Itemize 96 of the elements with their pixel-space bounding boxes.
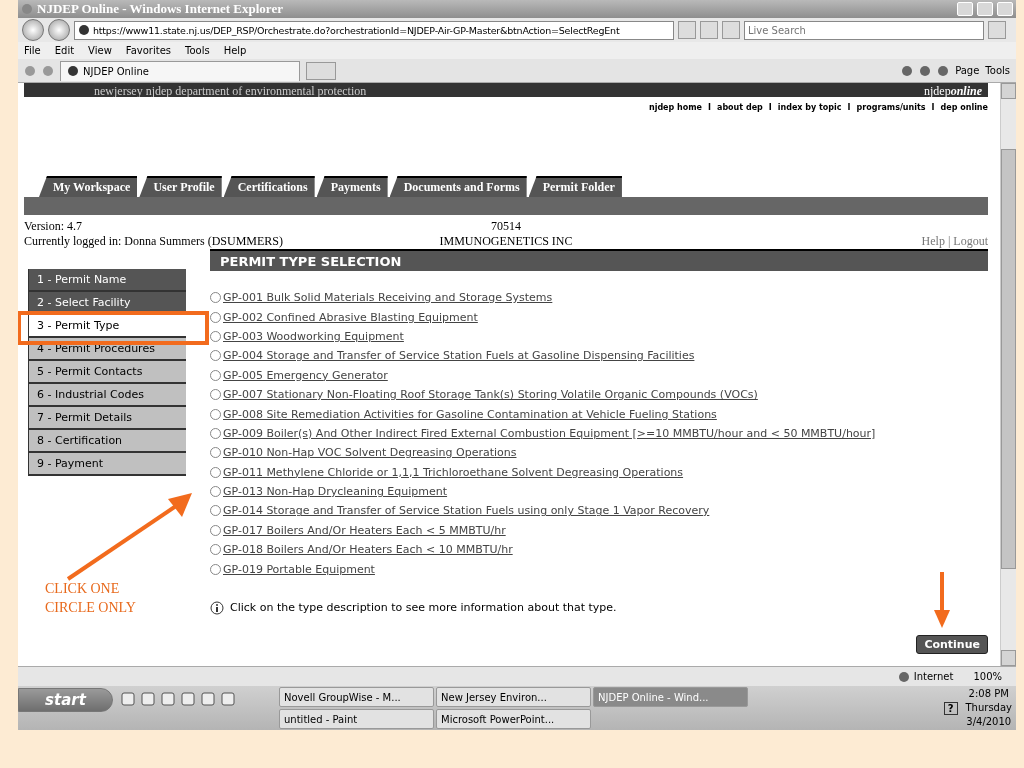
site-brand: njdeponline	[924, 85, 982, 97]
menu-item[interactable]: Help	[223, 45, 247, 56]
taskbar-button[interactable]: untitled - Paint	[279, 709, 434, 729]
permit-type-link[interactable]: GP-018 Boilers And/Or Heaters Each < 10 MMBTU/hr	[223, 543, 513, 557]
back-button[interactable]	[22, 19, 44, 41]
radio-button[interactable]	[210, 389, 221, 401]
help-link[interactable]: Help	[921, 234, 945, 248]
start-button[interactable]: start	[18, 688, 113, 712]
command-button[interactable]: Page	[955, 65, 980, 76]
taskbar-button[interactable]: Novell GroupWise - M...	[279, 687, 434, 707]
permit-type-link[interactable]: GP-001 Bulk Solid Materials Receiving and Storage Systems	[223, 291, 553, 305]
nav-tab[interactable]: Permit Folder	[528, 176, 622, 197]
forward-button[interactable]	[48, 19, 70, 41]
radio-button[interactable]	[210, 466, 221, 478]
window-title: NJDEP Online - Windows Internet Explorer	[37, 1, 284, 17]
top-link[interactable]: dep online	[940, 103, 988, 112]
step-item[interactable]: 7 - Permit Details	[28, 407, 186, 430]
top-link[interactable]: njdep home	[648, 103, 702, 112]
taskbar-button[interactable]: New Jersey Environ...	[436, 687, 591, 707]
stop-button[interactable]	[722, 21, 740, 39]
permit-type-link[interactable]: GP-019 Portable Equipment	[223, 562, 375, 576]
permit-type-link[interactable]: GP-013 Non-Hap Drycleaning Equipment	[223, 485, 448, 499]
permit-type-link[interactable]: GP-011 Methylene Chloride or 1,1,1 Trichloroethane Solvent Degreasing Operations	[223, 465, 684, 479]
nav-tab[interactable]: Certifications	[223, 176, 315, 197]
site-subtitle: newjersey njdep department of environmental protection	[94, 85, 367, 97]
permit-type-link[interactable]: GP-002 Confined Abrasive Blasting Equipment	[223, 310, 478, 324]
address-field[interactable]: https://www11.state.nj.us/DEP_RSP/Orchestrate.do?orchestrationId=NJDEP-Air-GP-Master&btnAction=SelectRegEnt	[74, 20, 674, 40]
permit-type-link[interactable]: GP-010 Non-Hap VOC Solvent Degreasing Operations	[223, 446, 517, 460]
arrow-drawing	[934, 571, 950, 628]
browser-tab[interactable]: NJDEP Online	[60, 60, 300, 81]
link-separator: |	[947, 234, 951, 248]
company-name: IMMUNOGENETICS INC	[438, 234, 574, 249]
permit-type-link[interactable]: GP-014 Storage and Transfer of Service Station Fuels using only Stage 1 Vapor Recovery	[223, 504, 710, 518]
menu-item[interactable]: Edit	[54, 45, 75, 56]
facility-number: 70514	[490, 219, 522, 234]
continue-button[interactable]: Continue	[916, 634, 988, 654]
zoom-control[interactable]: 100%	[973, 671, 1002, 682]
permit-type-link[interactable]: GP-005 Emergency Generator	[223, 368, 388, 382]
permit-type-link[interactable]: GP-017 Boilers And/Or Heaters Each < 5 MMBTU/hr	[223, 523, 506, 537]
clock: 2:08 PM Thursday 3/4/2010	[965, 687, 1012, 729]
search-field[interactable]: Live Search	[744, 20, 984, 40]
menu-item[interactable]: View	[88, 45, 112, 56]
taskbar-button[interactable]: Microsoft PowerPoint...	[436, 709, 591, 729]
help-text: Click on the type description to see more information about that type.	[230, 601, 617, 615]
radio-button[interactable]	[210, 524, 221, 536]
link-separator: I	[931, 103, 935, 112]
radio-button[interactable]	[210, 292, 221, 304]
permit-type-link[interactable]: GP-004 Storage and Transfer of Service Station Fuels at Gasoline Dispensing Facilities	[223, 349, 695, 363]
nav-tab[interactable]: Documents and Forms	[389, 176, 527, 197]
step-item[interactable]: 9 - Payment	[28, 453, 186, 476]
radio-button[interactable]	[210, 505, 221, 517]
info-icon	[210, 600, 224, 615]
link-separator: I	[847, 103, 851, 112]
annotation-text: CLICK ONE CIRCLE ONLY	[45, 580, 137, 617]
step-item[interactable]: 8 - Certification	[28, 430, 186, 453]
search-button[interactable]	[988, 21, 1006, 39]
section-title: PERMIT TYPE SELECTION	[210, 249, 988, 271]
link-separator: I	[768, 103, 772, 112]
new-tab-button[interactable]	[306, 61, 336, 80]
logout-link[interactable]: Logout	[953, 234, 988, 248]
radio-button[interactable]	[210, 369, 221, 381]
radio-button[interactable]	[210, 563, 221, 575]
help-key[interactable]: ?	[943, 701, 958, 715]
radio-button[interactable]	[210, 408, 221, 420]
command-button[interactable]: Tools	[985, 65, 1010, 76]
permit-type-link[interactable]: GP-009 Boiler(s) And Other Indirect Fired External Combustion Equipment [>=10 MMBTU/hour and < 50 MMBTU/hour]	[223, 426, 876, 440]
menu-item[interactable]: File	[24, 45, 41, 56]
radio-button[interactable]	[210, 350, 221, 362]
zone-label: Internet	[897, 670, 954, 683]
version-text: Version: 4.7	[24, 219, 83, 234]
permit-type-link[interactable]: GP-008 Site Remediation Activities for Gasoline Contamination at Vehicle Fueling Stations	[223, 407, 717, 421]
top-link[interactable]: about dep	[717, 103, 763, 112]
login-text: Currently logged in: Donna Summers (DSUMMERS)	[24, 234, 284, 249]
radio-button[interactable]	[210, 427, 221, 439]
permit-type-link[interactable]: GP-003 Woodworking Equipment	[223, 329, 404, 343]
menu-item[interactable]: Favorites	[125, 45, 171, 56]
step-item[interactable]: 6 - Industrial Codes	[28, 384, 186, 407]
radio-button[interactable]	[210, 311, 221, 323]
scrollbar[interactable]	[1000, 83, 1016, 666]
lock-button[interactable]	[678, 21, 696, 39]
step-item[interactable]: 1 - Permit Name	[28, 269, 186, 292]
nav-tab[interactable]: User Profile	[139, 176, 222, 197]
nav-tab[interactable]: My Workspace	[39, 176, 138, 197]
radio-button[interactable]	[210, 544, 221, 556]
step-item[interactable]: 5 - Permit Contacts	[28, 361, 186, 384]
top-link[interactable]: index by topic	[777, 103, 842, 112]
radio-button[interactable]	[210, 330, 221, 342]
step-item[interactable]: 3 - Permit Type	[28, 315, 186, 338]
radio-button[interactable]	[210, 486, 221, 498]
radio-button[interactable]	[210, 447, 221, 459]
permit-type-link[interactable]: GP-007 Stationary Non-Floating Roof Storage Tank(s) Storing Volatile Organic Compounds (VOCs)	[223, 388, 758, 402]
menu-item[interactable]: Tools	[185, 45, 210, 56]
link-separator: I	[708, 103, 711, 112]
top-link[interactable]: programs/units	[856, 103, 926, 112]
refresh-button[interactable]	[700, 21, 718, 39]
nav-tab[interactable]: Payments	[316, 176, 388, 197]
